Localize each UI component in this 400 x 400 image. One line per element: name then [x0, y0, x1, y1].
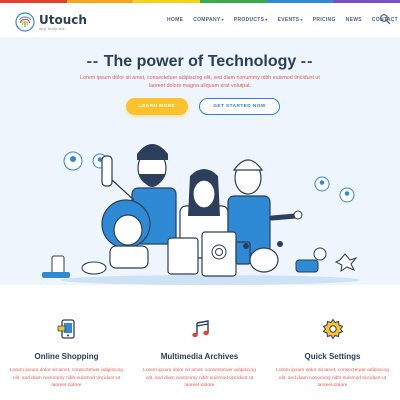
- logo-name: Utouch: [39, 12, 87, 27]
- nav-home[interactable]: HOME: [167, 17, 183, 23]
- music-note-icon: [192, 320, 209, 338]
- feature-text: Lorem ipsum dolor sit amet, consectetuer…: [276, 368, 389, 388]
- chevron-down-icon: ▾: [265, 17, 268, 22]
- hero-title: -- The power of Technology --: [0, 53, 400, 71]
- team-illustration: [42, 144, 360, 285]
- feature-title: Multimedia Archives: [160, 352, 239, 361]
- chevron-down-icon: ▾: [221, 17, 224, 22]
- nav-news[interactable]: NEWS: [346, 17, 362, 23]
- fingerprint-icon: [15, 12, 35, 32]
- site-header: Utouch app template HOME COMPANY▾ PRODUC…: [0, 3, 400, 37]
- chevron-down-icon: ▾: [300, 17, 303, 22]
- feature-title: Online Shopping: [34, 352, 99, 361]
- hero-section: -- The power of Technology -- Lorem ipsu…: [0, 37, 400, 285]
- learn-more-button[interactable]: LEARN MORE: [126, 98, 188, 115]
- feature-text: Lorem ipsum dolor sit amet, consectetuer…: [143, 368, 256, 388]
- hero-description: Lorem ipsum dolor sit amet, consectetuer…: [80, 75, 320, 89]
- nav-products[interactable]: PRODUCTS▾: [234, 17, 268, 23]
- feature-text: Lorem ipsum dolor sit amet, consectetuer…: [10, 368, 123, 388]
- phone-shopping-icon: [57, 319, 75, 339]
- site-logo[interactable]: Utouch app template: [15, 12, 87, 32]
- nav-events[interactable]: EVENTS▾: [278, 17, 303, 23]
- nav-company[interactable]: COMPANY▾: [193, 17, 224, 23]
- hero-title-text: The power of Technology: [103, 53, 297, 70]
- title-dash-left: --: [86, 53, 100, 70]
- title-dash-right: --: [300, 53, 314, 70]
- search-icon[interactable]: [379, 13, 391, 25]
- gear-icon: [322, 318, 344, 340]
- get-started-button[interactable]: GET STARTED NOW: [199, 98, 280, 115]
- logo-tagline: app template: [39, 26, 66, 31]
- nav-pricing[interactable]: PRICING: [313, 17, 336, 23]
- features-section: Online Shopping Lorem ipsum dolor sit am…: [0, 285, 400, 400]
- main-nav: HOME COMPANY▾ PRODUCTS▾ EVENTS▾ PRICING …: [167, 17, 398, 23]
- feature-title: Quick Settings: [304, 352, 361, 361]
